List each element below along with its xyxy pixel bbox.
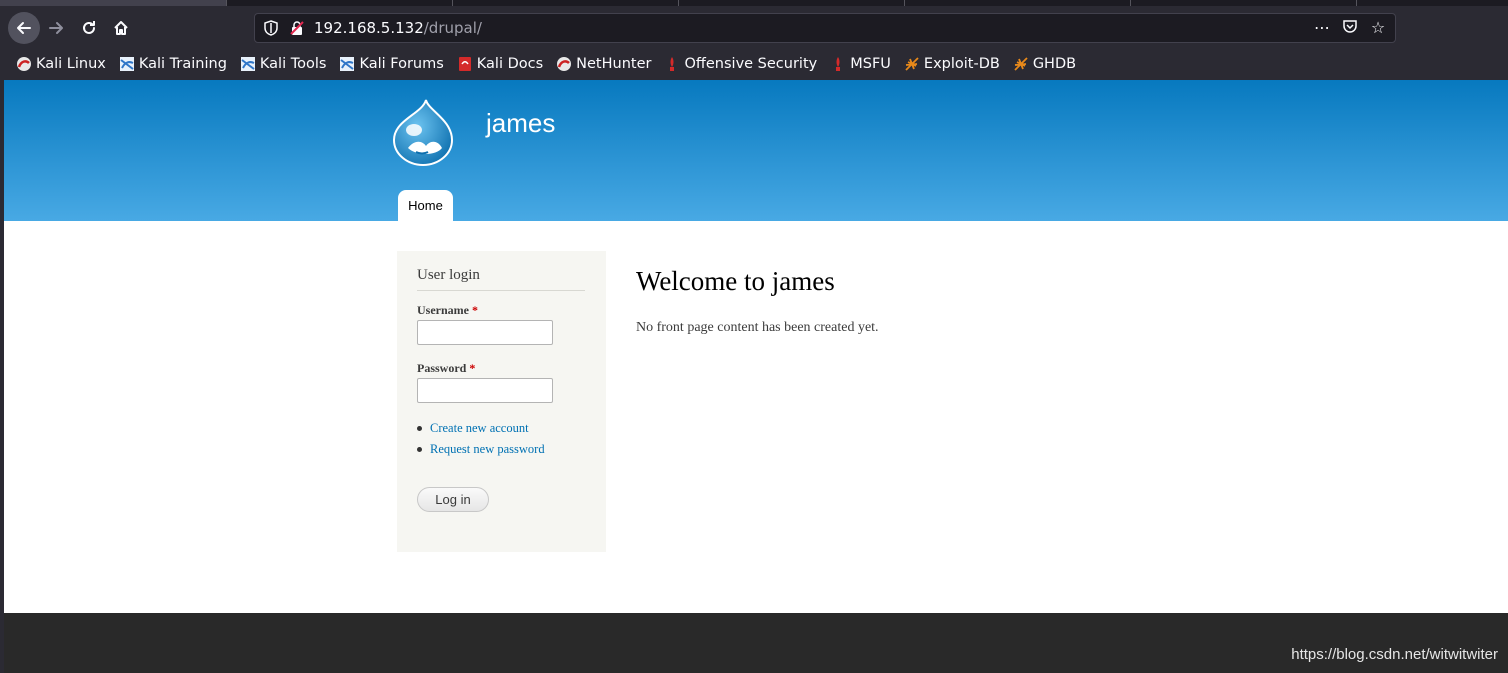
home-icon xyxy=(114,21,128,35)
reload-icon xyxy=(83,21,95,34)
back-button[interactable] xyxy=(8,12,40,44)
page-title: Welcome to james xyxy=(636,266,835,296)
page-actions-icon[interactable]: ⋯ xyxy=(1313,18,1331,38)
msfu-icon xyxy=(836,57,841,71)
create-account-link[interactable]: Create new account xyxy=(430,421,529,436)
page-content: No front page content has been created y… xyxy=(636,320,879,335)
username-input[interactable] xyxy=(417,320,553,345)
watermark: https://blog.csdn.net/witwitwiter xyxy=(1291,646,1498,663)
bookmark-ghdb[interactable]: GHDB xyxy=(1013,56,1076,72)
bookmark-offensive-security[interactable]: Offensive Security xyxy=(664,56,817,72)
password-label: Password * xyxy=(417,361,476,375)
bookmark-kali-linux[interactable]: Kali Linux xyxy=(16,56,106,72)
login-links: Create new account Request new password xyxy=(417,421,545,463)
url-host: 192.168.5.132 xyxy=(314,19,424,37)
tab-home[interactable]: Home xyxy=(398,190,453,221)
site-header: james Home xyxy=(4,80,1508,221)
exploitdb-icon xyxy=(905,57,919,71)
kali-dragon-icon xyxy=(17,57,31,71)
required-marker: * xyxy=(469,361,476,375)
drupal-logo-icon[interactable] xyxy=(392,98,454,166)
kali-tools-icon xyxy=(240,57,255,71)
arrow-right-icon xyxy=(49,22,63,34)
url-text[interactable]: 192.168.5.132/drupal/ xyxy=(314,19,482,37)
nethunter-icon xyxy=(557,57,572,71)
bookmark-star-icon[interactable]: ☆ xyxy=(1369,18,1387,38)
bookmark-nethunter[interactable]: NetHunter xyxy=(556,56,651,72)
required-marker: * xyxy=(471,303,478,317)
bullet xyxy=(417,447,422,452)
ghdb-icon xyxy=(1014,57,1028,71)
bookmark-msfu[interactable]: MSFU xyxy=(830,56,891,72)
user-login-block: User login Username * Password * Create … xyxy=(397,251,606,552)
reload-button[interactable] xyxy=(73,12,105,44)
list-item: Request new password xyxy=(417,442,545,457)
bookmark-kali-docs[interactable]: Kali Docs xyxy=(457,56,543,72)
insecure-lock-icon[interactable] xyxy=(289,20,305,36)
kali-training-icon xyxy=(119,57,134,71)
navigation-toolbar: 192.168.5.132/drupal/ ⋯ ☆ xyxy=(0,6,1508,48)
bookmarks-toolbar: Kali Linux Kali Training Kali Tools Kali… xyxy=(0,48,1508,80)
url-bar[interactable]: 192.168.5.132/drupal/ ⋯ ☆ xyxy=(254,13,1396,43)
shield-icon[interactable] xyxy=(263,20,279,36)
home-button[interactable] xyxy=(105,12,137,44)
list-item: Create new account xyxy=(417,421,545,436)
site-footer: https://blog.csdn.net/witwitwiter xyxy=(4,613,1508,673)
offsec-icon xyxy=(670,57,675,71)
log-in-button[interactable]: Log in xyxy=(417,487,489,512)
bookmark-exploit-db[interactable]: Exploit-DB xyxy=(904,56,1000,72)
request-password-link[interactable]: Request new password xyxy=(430,442,545,457)
arrow-left-icon xyxy=(17,22,31,34)
pocket-icon[interactable] xyxy=(1341,18,1359,38)
bookmark-kali-tools[interactable]: Kali Tools xyxy=(240,56,326,72)
block-title: User login xyxy=(417,267,585,291)
kali-docs-icon xyxy=(458,57,471,71)
forward-button[interactable] xyxy=(40,12,72,44)
url-actions: ⋯ ☆ xyxy=(1313,18,1387,38)
kali-forums-icon xyxy=(340,57,355,71)
bookmark-kali-training[interactable]: Kali Training xyxy=(119,56,227,72)
password-input[interactable] xyxy=(417,378,553,403)
site-name[interactable]: james xyxy=(486,108,555,139)
bullet xyxy=(417,426,422,431)
web-page: james Home User login Username * Passwor… xyxy=(4,80,1508,673)
username-label: Username * xyxy=(417,303,478,317)
bookmark-kali-forums[interactable]: Kali Forums xyxy=(339,56,444,72)
url-path: /drupal/ xyxy=(423,19,482,37)
